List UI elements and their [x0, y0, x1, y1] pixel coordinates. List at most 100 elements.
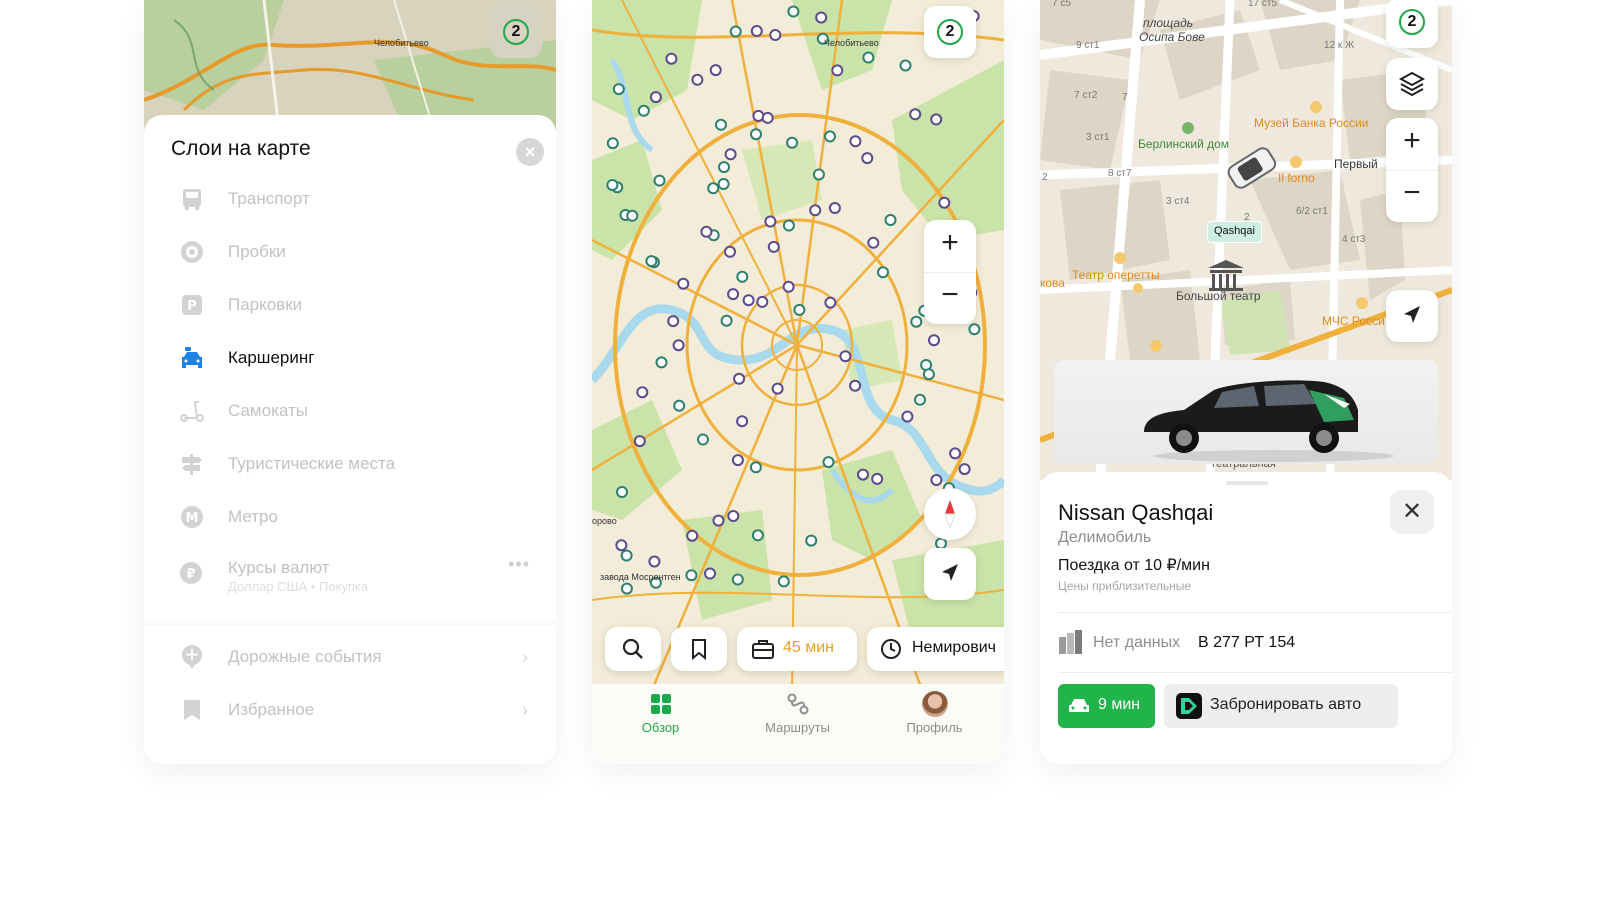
carsharing-pin[interactable] [633, 435, 646, 448]
carsharing-pin[interactable] [756, 295, 769, 308]
layers-count-button[interactable]: 2 [1386, 0, 1438, 48]
carsharing-pin[interactable] [731, 573, 744, 586]
book-car-button[interactable]: Забронировать авто [1164, 684, 1398, 728]
layer-favorites[interactable]: Избранное › [144, 690, 556, 730]
carsharing-pin[interactable] [655, 356, 668, 369]
carsharing-pin[interactable] [938, 196, 951, 209]
layer-traffic[interactable]: Пробки [144, 232, 556, 272]
tab-overview[interactable]: Обзор [592, 684, 729, 744]
carsharing-pin[interactable] [742, 294, 755, 307]
carsharing-pin[interactable] [862, 51, 875, 64]
layer-parking[interactable]: P Парковки [144, 285, 556, 325]
carsharing-pin[interactable] [787, 5, 800, 18]
carsharing-pin[interactable] [839, 350, 852, 363]
carsharing-pin[interactable] [767, 240, 780, 253]
carsharing-pin[interactable] [729, 25, 742, 38]
carsharing-pin[interactable] [914, 393, 926, 406]
carsharing-pin[interactable] [727, 510, 740, 522]
carsharing-pin[interactable] [958, 463, 971, 476]
layer-tourist[interactable]: Туристические места [144, 444, 556, 484]
layer-currency[interactable]: ₽ Курсы валют Доллар США • Покупка ••• [144, 548, 556, 598]
carsharing-pin[interactable] [724, 148, 737, 161]
carsharing-pin[interactable] [606, 179, 619, 191]
carsharing-pin[interactable] [824, 130, 836, 143]
carsharing-pin[interactable] [686, 529, 699, 542]
zoom-in-button[interactable]: + [1386, 124, 1438, 158]
carsharing-pin[interactable] [793, 303, 806, 316]
carsharing-pin[interactable] [822, 456, 835, 469]
carsharing-pin[interactable] [750, 25, 763, 37]
carsharing-pin[interactable] [922, 368, 935, 381]
place-route-button[interactable]: Немирович [867, 627, 1004, 671]
carsharing-pin[interactable] [831, 64, 844, 77]
carsharing-pin[interactable] [928, 334, 940, 347]
layer-road-events[interactable]: Дорожные события › [144, 637, 556, 677]
carsharing-pin[interactable] [691, 73, 704, 86]
carsharing-pin[interactable] [718, 161, 730, 174]
carsharing-pin[interactable] [626, 209, 639, 222]
carsharing-pin[interactable] [636, 386, 649, 399]
map-layers-button[interactable] [1386, 58, 1438, 110]
carsharing-pin[interactable] [648, 555, 661, 568]
carsharing-pin[interactable] [815, 11, 828, 24]
carsharing-pin[interactable] [771, 382, 784, 395]
carsharing-pin[interactable] [712, 514, 725, 527]
carsharing-pin[interactable] [717, 178, 730, 190]
carsharing-pin[interactable] [620, 549, 633, 562]
carsharing-pin[interactable] [677, 277, 690, 290]
carsharing-pin[interactable] [930, 113, 943, 126]
carsharing-pin[interactable] [709, 64, 722, 77]
zoom-out-button[interactable]: − [1386, 176, 1438, 210]
carsharing-pin[interactable] [672, 339, 685, 352]
layer-carsharing[interactable]: Каршеринг [144, 338, 556, 378]
carsharing-pin[interactable] [733, 372, 746, 385]
carsharing-pin[interactable] [653, 174, 666, 187]
carsharing-pin[interactable] [949, 447, 962, 460]
carsharing-pin[interactable] [736, 270, 749, 283]
layer-transport[interactable]: Транспорт [144, 179, 556, 219]
carsharing-pin[interactable] [616, 486, 628, 498]
close-icon[interactable]: × [516, 138, 544, 166]
search-button[interactable] [605, 627, 661, 671]
carsharing-pin[interactable] [849, 135, 862, 148]
close-icon[interactable]: ✕ [1390, 490, 1434, 534]
carsharing-pin[interactable] [649, 91, 662, 104]
bookmarks-button[interactable] [671, 627, 727, 671]
carsharing-pin[interactable] [857, 468, 869, 481]
my-location-button[interactable] [1386, 290, 1438, 342]
carsharing-pin[interactable] [667, 315, 680, 328]
zoom-in-button[interactable]: + [924, 226, 976, 260]
carsharing-pin[interactable] [707, 182, 720, 195]
carsharing-pin[interactable] [777, 575, 790, 588]
carsharing-pin[interactable] [715, 118, 727, 131]
carsharing-pin[interactable] [812, 168, 825, 181]
carsharing-pin[interactable] [909, 108, 922, 121]
carsharing-pin[interactable] [849, 379, 862, 392]
carsharing-pin[interactable] [685, 569, 698, 582]
compass-button[interactable] [924, 488, 976, 540]
zoom-out-button[interactable]: − [924, 278, 976, 312]
carsharing-pin[interactable] [769, 29, 782, 41]
carsharing-pin[interactable] [620, 582, 633, 595]
carsharing-pin[interactable] [751, 529, 764, 542]
carsharing-pin[interactable] [884, 214, 897, 226]
layer-metro[interactable]: M Метро [144, 497, 556, 537]
carsharing-pin[interactable] [899, 59, 912, 72]
carsharing-pin[interactable] [761, 111, 774, 124]
tab-profile[interactable]: Профиль [866, 684, 1003, 744]
carsharing-pin[interactable] [930, 474, 943, 486]
layer-scooters[interactable]: Самокаты [144, 391, 556, 431]
carsharing-pin[interactable] [782, 219, 795, 232]
more-icon[interactable]: ••• [508, 554, 530, 575]
carsharing-pin[interactable] [637, 104, 650, 117]
carsharing-pin[interactable] [935, 537, 947, 550]
my-location-button[interactable] [924, 548, 976, 600]
carsharing-pin[interactable] [673, 399, 686, 412]
carsharing-pin[interactable] [910, 315, 923, 328]
carsharing-pin[interactable] [750, 128, 762, 141]
carsharing-pin[interactable] [731, 454, 744, 467]
carsharing-pin[interactable] [805, 534, 818, 547]
carsharing-pin[interactable] [877, 266, 889, 279]
carsharing-pin[interactable] [645, 255, 658, 268]
carsharing-pin[interactable] [736, 415, 749, 428]
